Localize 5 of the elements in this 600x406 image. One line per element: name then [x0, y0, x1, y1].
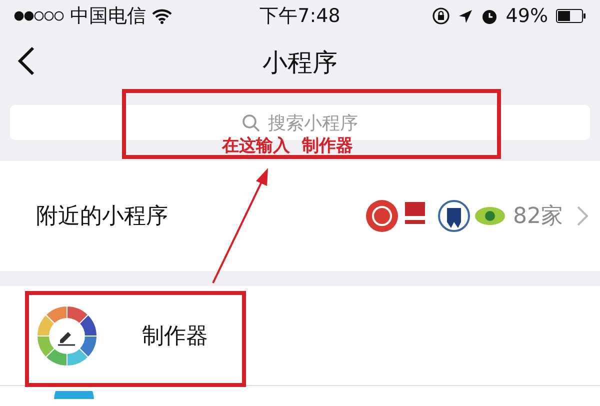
nearby-row[interactable]: 附近的小程序 82家	[0, 161, 600, 271]
clock-time: 下午7:48	[260, 4, 340, 29]
page-title: 小程序	[262, 46, 338, 78]
battery-percent: 49%	[506, 5, 548, 27]
carrier-name: 中国电信	[70, 4, 146, 29]
